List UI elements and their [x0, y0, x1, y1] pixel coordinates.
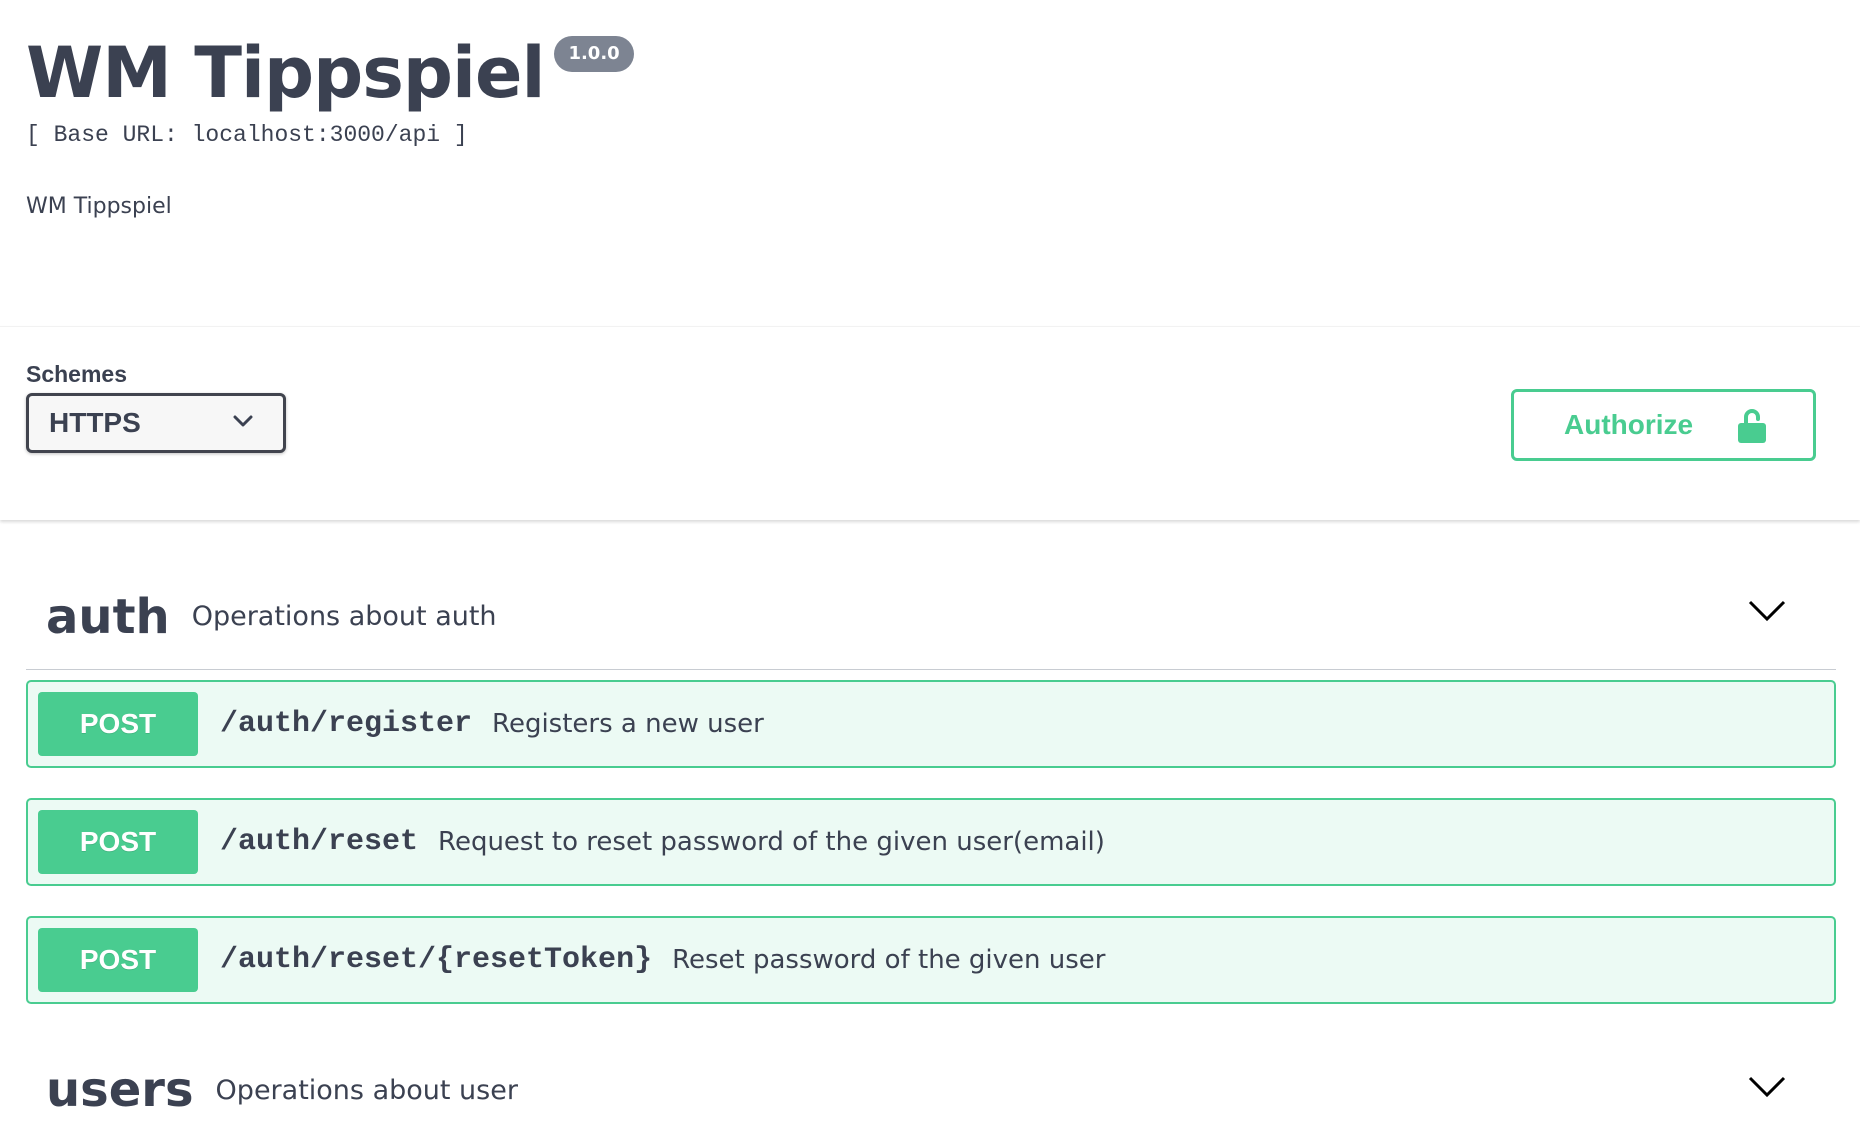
tag-auth-header[interactable]: auth Operations about auth — [26, 564, 1836, 670]
tag-name: auth — [46, 588, 170, 645]
schemes-label: Schemes — [26, 361, 128, 387]
method-badge: POST — [38, 692, 198, 756]
chevron-down-icon[interactable] — [1748, 600, 1786, 627]
schemes-selected-value: HTTPS — [49, 407, 141, 438]
version-badge: 1.0.0 — [554, 36, 634, 72]
chevron-down-icon[interactable] — [1748, 1076, 1786, 1103]
title-row: WM Tippspiel 1.0.0 — [26, 28, 1826, 118]
base-url: [ Base URL: localhost:3000/api ] — [26, 122, 468, 148]
api-description: WM Tippspiel — [26, 194, 172, 219]
tag-name: users — [46, 1062, 194, 1118]
operation-post-auth-register[interactable]: POST /auth/register Registers a new user — [26, 680, 1836, 768]
authorize-button[interactable]: Authorize — [1511, 389, 1816, 461]
chevron-down-icon — [233, 414, 253, 433]
operation-path: /auth/reset — [220, 825, 419, 859]
schemes-select[interactable]: HTTPS — [26, 393, 286, 453]
page-title: WM Tippspiel — [26, 32, 545, 114]
tag-description: Operations about auth — [191, 601, 497, 632]
operation-post-auth-reset-token[interactable]: POST /auth/reset/{resetToken} Reset pass… — [26, 916, 1836, 1004]
scheme-container: Schemes HTTPS Authorize — [0, 326, 1860, 520]
method-badge: POST — [38, 928, 198, 992]
tag-description: Operations about user — [215, 1074, 518, 1106]
operation-post-auth-reset[interactable]: POST /auth/reset Request to reset passwo… — [26, 798, 1836, 886]
operation-summary: Registers a new user — [492, 709, 764, 739]
operation-path: /auth/register — [220, 707, 473, 741]
operation-summary: Request to reset password of the given u… — [438, 827, 1105, 857]
tag-users-header[interactable]: users Operations about user — [26, 1040, 1836, 1130]
method-badge: POST — [38, 810, 198, 874]
operation-path: /auth/reset/{resetToken} — [220, 943, 653, 977]
lock-open-icon — [1737, 408, 1767, 449]
operation-summary: Reset password of the given user — [672, 945, 1106, 975]
authorize-label: Authorize — [1564, 409, 1694, 440]
api-info: WM Tippspiel 1.0.0 [ Base URL: localhost… — [26, 28, 1826, 219]
